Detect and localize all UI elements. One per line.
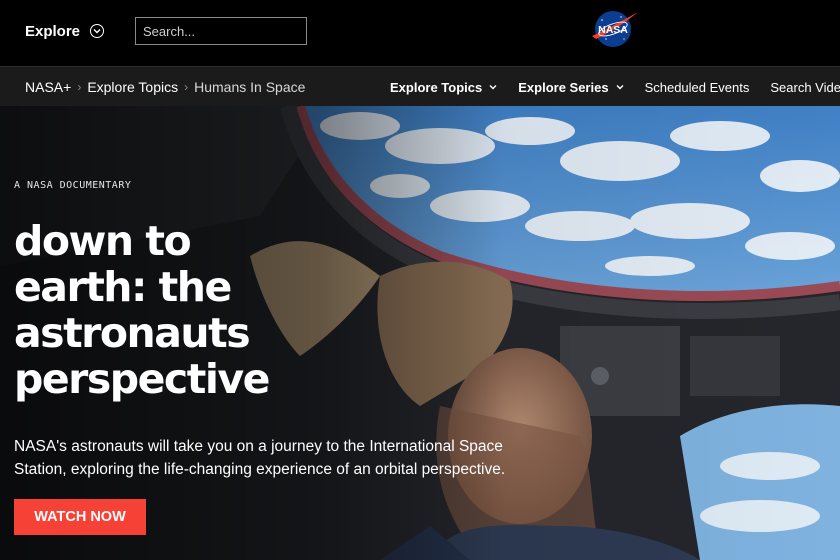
- breadcrumb-humans-in-space: Humans In Space: [194, 79, 306, 95]
- nav-scheduled-events[interactable]: Scheduled Events: [645, 80, 750, 95]
- breadcrumb: NASA+ › Explore Topics › Humans In Space: [25, 67, 305, 107]
- breadcrumb-nasa-plus[interactable]: NASA+: [25, 79, 71, 95]
- nav-explore-topics[interactable]: Explore Topics: [390, 80, 497, 95]
- hero-title-line: perspective: [14, 355, 270, 403]
- nav-scheduled-events-label: Scheduled Events: [644, 79, 750, 95]
- nav-explore-topics-label: Explore Topics: [390, 79, 483, 95]
- chevron-down-icon: [616, 85, 624, 90]
- nav-search-videos[interactable]: Search Videos: [770, 80, 840, 95]
- search-input[interactable]: [135, 17, 307, 45]
- nasa-logo[interactable]: NASA: [588, 6, 640, 52]
- explore-label: Explore: [25, 22, 81, 40]
- hero-title: down to earth: the astronauts perspectiv…: [14, 218, 314, 402]
- hero-banner: A NASA DOCUMENTARY down to earth: the as…: [0, 106, 840, 560]
- top-bar: Explore NASA: [0, 0, 840, 66]
- hero-description: NASA's astronauts will take you on a jou…: [14, 438, 506, 478]
- nav-search-videos-label: Search Videos: [770, 79, 840, 95]
- hero-title-line: down to: [14, 217, 192, 265]
- chevron-down-icon: [489, 85, 497, 90]
- nav-explore-series-label: Explore Series: [518, 79, 609, 95]
- watch-now-button[interactable]: WATCH NOW: [14, 499, 146, 535]
- hero-title-line: astronauts: [14, 309, 251, 357]
- breadcrumb-separator-icon: ›: [77, 80, 82, 94]
- hero-eyebrow: A NASA DOCUMENTARY: [14, 180, 132, 191]
- nasa-logo-text: NASA: [598, 24, 628, 36]
- nav-bar: NASA+ › Explore Topics › Humans In Space…: [0, 66, 840, 106]
- main-nav: Explore Topics Explore Series Scheduled …: [390, 67, 840, 107]
- breadcrumb-separator-icon: ›: [184, 80, 189, 94]
- chevron-down-icon: [90, 24, 105, 38]
- hero-title-line: earth: the: [14, 263, 232, 311]
- nav-explore-series[interactable]: Explore Series: [518, 79, 624, 95]
- breadcrumb-explore-topics[interactable]: Explore Topics: [87, 79, 178, 95]
- explore-menu-button[interactable]: Explore: [25, 18, 105, 44]
